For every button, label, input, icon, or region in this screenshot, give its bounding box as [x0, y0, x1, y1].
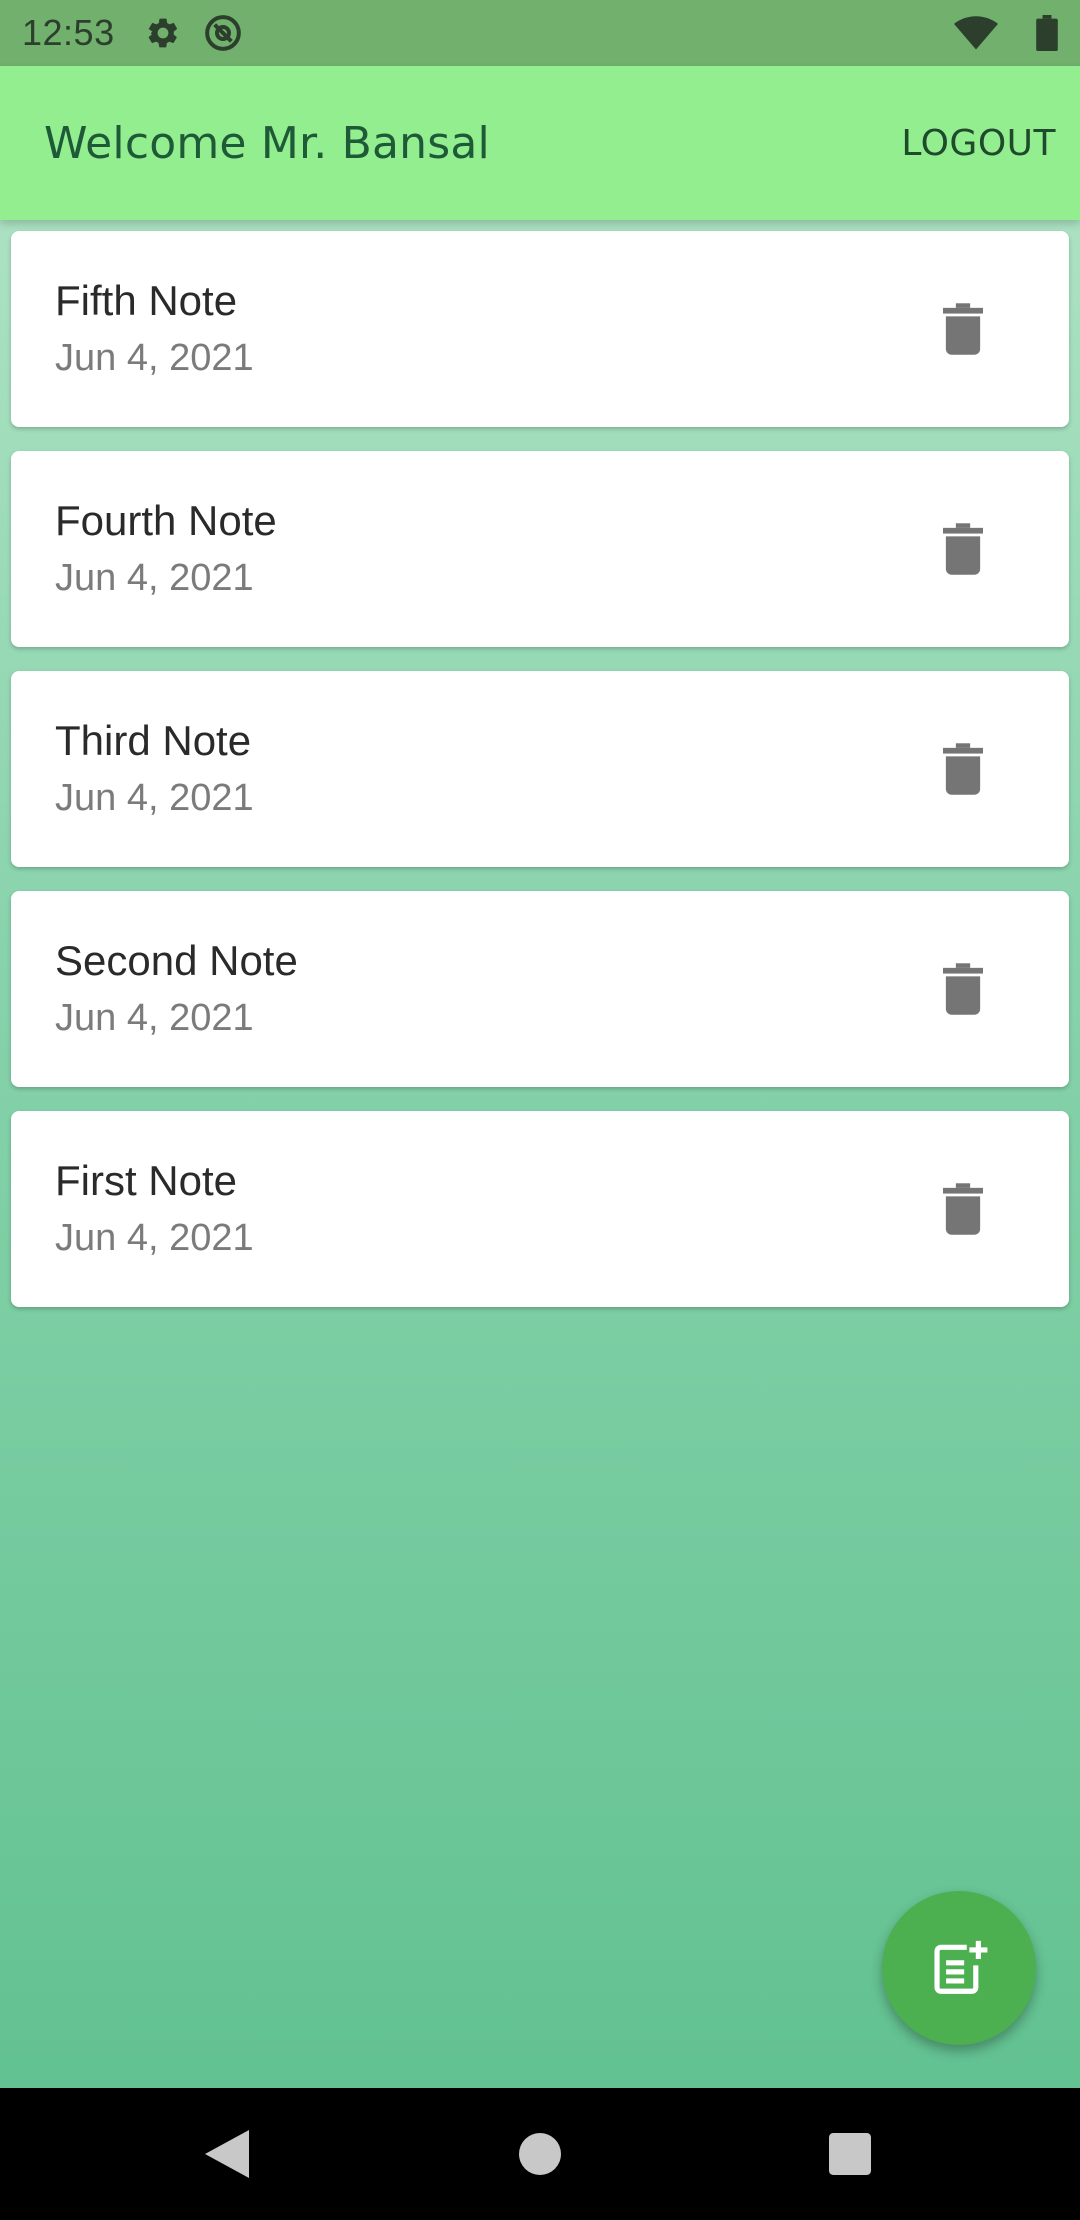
note-card[interactable]: Second Note Jun 4, 2021	[11, 891, 1069, 1087]
note-card[interactable]: Fourth Note Jun 4, 2021	[11, 451, 1069, 647]
delete-button[interactable]	[935, 961, 991, 1017]
note-date: Jun 4, 2021	[55, 557, 254, 599]
trash-icon	[943, 523, 983, 575]
note-date: Jun 4, 2021	[55, 1217, 254, 1259]
note-card[interactable]: First Note Jun 4, 2021	[11, 1111, 1069, 1307]
status-time: 12:53	[22, 12, 115, 53]
recents-button[interactable]	[815, 2088, 885, 2220]
delete-button[interactable]	[935, 1181, 991, 1237]
add-note-button[interactable]	[882, 1891, 1036, 2045]
notes-list: Fifth Note Jun 4, 2021 Fourth Note Jun 4…	[11, 231, 1069, 1331]
logout-button[interactable]: LOGOUT	[901, 123, 1056, 164]
note-title: Fourth Note	[55, 497, 277, 544]
delete-button[interactable]	[935, 521, 991, 577]
trash-icon	[943, 303, 983, 355]
add-note-icon	[934, 1940, 988, 1994]
delete-button[interactable]	[935, 741, 991, 797]
navigation-bar	[0, 2088, 1080, 2220]
status-icons-right	[954, 15, 1058, 51]
recents-icon	[829, 2133, 871, 2175]
home-icon	[519, 2133, 561, 2175]
note-title: Second Note	[55, 937, 298, 984]
delete-button[interactable]	[935, 301, 991, 357]
app-bar: Welcome Mr. Bansal LOGOUT	[0, 66, 1080, 220]
home-button[interactable]	[505, 2088, 575, 2220]
note-date: Jun 4, 2021	[55, 997, 254, 1039]
at-sign-icon	[203, 13, 243, 53]
trash-icon	[943, 743, 983, 795]
back-icon	[205, 2130, 249, 2178]
trash-icon	[943, 963, 983, 1015]
back-button[interactable]	[192, 2088, 262, 2220]
gear-icon	[145, 15, 181, 51]
note-card[interactable]: Fifth Note Jun 4, 2021	[11, 231, 1069, 427]
note-title: Fifth Note	[55, 277, 238, 324]
wifi-icon	[954, 16, 998, 50]
trash-icon	[943, 1183, 983, 1235]
note-card[interactable]: Third Note Jun 4, 2021	[11, 671, 1069, 867]
status-icons-left	[145, 13, 243, 53]
page-title: Welcome Mr. Bansal	[44, 117, 490, 169]
status-bar: 12:53	[0, 0, 1080, 66]
battery-icon	[1036, 15, 1058, 51]
note-date: Jun 4, 2021	[55, 337, 254, 379]
note-date: Jun 4, 2021	[55, 777, 254, 819]
note-title: First Note	[55, 1157, 238, 1204]
note-title: Third Note	[55, 717, 252, 764]
